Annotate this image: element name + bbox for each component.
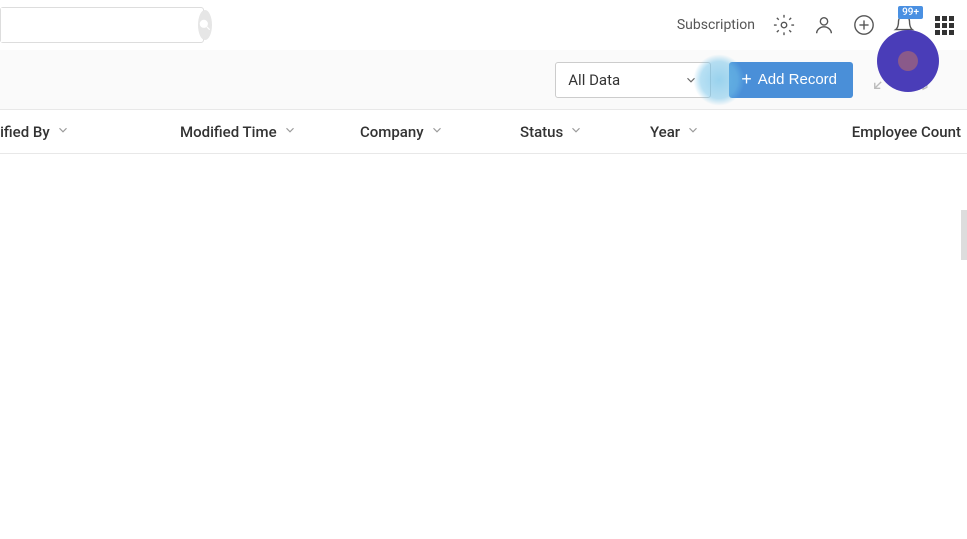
data-filter-select[interactable]: All Data	[555, 62, 711, 98]
chevron-down-icon	[569, 123, 583, 141]
column-label: Modified Time	[180, 123, 277, 141]
column-employee-count[interactable]: Employee Count	[780, 123, 967, 141]
toolbar: All Data + Add Record	[0, 50, 967, 110]
chevron-down-icon	[56, 123, 70, 141]
column-modified-time[interactable]: Modified Time	[180, 123, 360, 141]
profile-button[interactable]	[813, 14, 835, 36]
column-year[interactable]: Year	[650, 123, 780, 141]
chevron-down-icon	[430, 123, 444, 141]
column-company[interactable]: Company	[360, 123, 520, 141]
column-label: Company	[360, 123, 424, 141]
add-button[interactable]	[853, 14, 875, 36]
chevron-down-icon	[686, 123, 700, 141]
column-label: Employee Count	[852, 123, 961, 141]
settings-button[interactable]	[773, 14, 795, 36]
chevron-down-icon	[283, 123, 297, 141]
chevron-down-icon	[684, 73, 698, 87]
avatar[interactable]	[877, 30, 939, 92]
person-icon	[813, 14, 835, 36]
search-container	[0, 7, 204, 43]
gear-icon	[773, 14, 795, 36]
apps-button[interactable]	[933, 14, 955, 36]
add-record-button[interactable]: + Add Record	[729, 62, 853, 98]
top-bar: Subscription 99+	[0, 0, 967, 50]
search-input[interactable]	[1, 8, 198, 42]
add-record-label: Add Record	[758, 71, 837, 88]
avatar-status-dot	[898, 51, 918, 71]
plus-icon: +	[741, 69, 752, 90]
column-modified-by[interactable]: Modified By	[0, 123, 180, 141]
column-label: Status	[520, 123, 563, 141]
search-button[interactable]	[198, 10, 212, 40]
table-header-row: Modified By Modified Time Company Status…	[0, 110, 967, 154]
apps-grid-icon	[935, 16, 954, 35]
column-label: Modified By	[0, 123, 50, 141]
subscription-link[interactable]: Subscription	[677, 17, 755, 33]
scrollbar[interactable]	[961, 210, 967, 260]
column-label: Year	[650, 123, 680, 141]
data-filter-label: All Data	[568, 71, 620, 89]
notification-badge: 99+	[898, 6, 923, 19]
column-status[interactable]: Status	[520, 123, 650, 141]
plus-circle-icon	[853, 14, 875, 36]
search-icon	[198, 18, 212, 32]
